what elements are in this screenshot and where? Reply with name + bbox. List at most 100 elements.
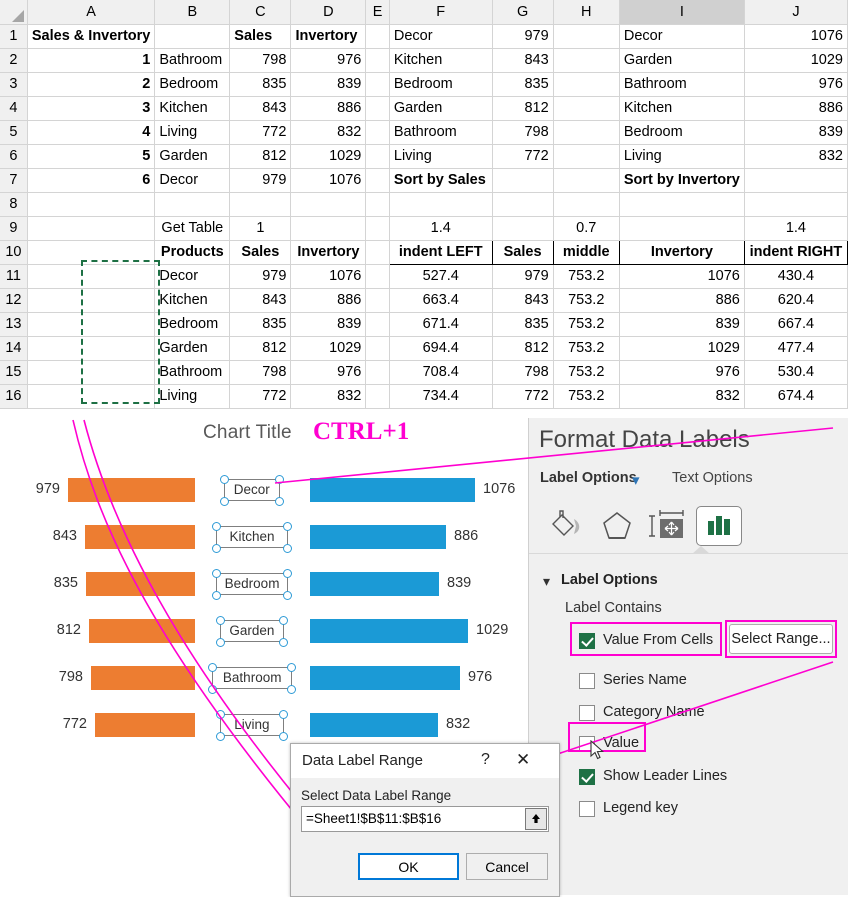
column-header-a[interactable]: A — [27, 0, 154, 24]
cell-C2[interactable]: 798 — [230, 48, 291, 72]
cell-J2[interactable]: 1029 — [744, 48, 847, 72]
cell-A15[interactable] — [27, 360, 154, 384]
selection-handle[interactable] — [212, 591, 221, 600]
cell-H7[interactable] — [553, 168, 619, 192]
cell-D1[interactable]: Invertory — [291, 24, 366, 48]
cell-D16[interactable]: 832 — [291, 384, 366, 408]
cell-I13[interactable]: 839 — [619, 312, 744, 336]
cell-B16[interactable]: Living — [155, 384, 230, 408]
cell-D15[interactable]: 976 — [291, 360, 366, 384]
cell-I4[interactable]: Kitchen — [619, 96, 744, 120]
cell-B4[interactable]: Kitchen — [155, 96, 230, 120]
selection-handle[interactable] — [275, 475, 284, 484]
selection-handle[interactable] — [216, 732, 225, 741]
row-header-8[interactable]: 8 — [0, 192, 27, 216]
cell-A2[interactable]: 1 — [27, 48, 154, 72]
category-label-living[interactable]: Living — [220, 714, 284, 736]
cell-A13[interactable] — [27, 312, 154, 336]
cell-B2[interactable]: Bathroom — [155, 48, 230, 72]
selection-handle[interactable] — [287, 663, 296, 672]
select-all-corner[interactable] — [0, 0, 27, 24]
cell-I2[interactable]: Garden — [619, 48, 744, 72]
close-icon[interactable]: ✕ — [516, 750, 530, 770]
cell-J11[interactable]: 430.4 — [744, 264, 847, 288]
effects-icon[interactable] — [594, 506, 640, 546]
cell-F12[interactable]: 663.4 — [389, 288, 492, 312]
cell-J6[interactable]: 832 — [744, 144, 847, 168]
table-row[interactable]: 14Garden8121029694.4812753.21029477.4 — [0, 336, 848, 360]
cell-E4[interactable] — [366, 96, 390, 120]
cell-G6[interactable]: 772 — [492, 144, 553, 168]
cell-C15[interactable]: 798 — [230, 360, 291, 384]
cell-J8[interactable] — [744, 192, 847, 216]
cell-C11[interactable]: 979 — [230, 264, 291, 288]
row-header-14[interactable]: 14 — [0, 336, 27, 360]
cell-F10[interactable]: indent LEFT — [389, 240, 492, 264]
row-header-10[interactable]: 10 — [0, 240, 27, 264]
cell-A12[interactable] — [27, 288, 154, 312]
cell-I9[interactable] — [619, 216, 744, 240]
cell-A7[interactable]: 6 — [27, 168, 154, 192]
bar-sales-decor[interactable] — [68, 478, 195, 502]
row-header-4[interactable]: 4 — [0, 96, 27, 120]
row-header-7[interactable]: 7 — [0, 168, 27, 192]
cell-D11[interactable]: 1076 — [291, 264, 366, 288]
cell-D4[interactable]: 886 — [291, 96, 366, 120]
table-row[interactable]: 32Bedroom835839Bedroom835Bathroom976 — [0, 72, 848, 96]
cell-H4[interactable] — [553, 96, 619, 120]
cell-I10[interactable]: Invertory — [619, 240, 744, 264]
cell-J15[interactable]: 530.4 — [744, 360, 847, 384]
size-and-properties-icon[interactable] — [645, 506, 691, 546]
cell-G1[interactable]: 979 — [492, 24, 553, 48]
cell-D5[interactable]: 832 — [291, 120, 366, 144]
column-header-d[interactable]: D — [291, 0, 366, 24]
format-data-labels-pane[interactable]: Format Data Labels Label Options ▾ Text … — [528, 418, 848, 895]
bar-invertory-bedroom[interactable] — [310, 572, 439, 596]
data-label-invertory-garden[interactable]: 1029 — [476, 622, 508, 638]
cell-J14[interactable]: 477.4 — [744, 336, 847, 360]
cell-A6[interactable]: 5 — [27, 144, 154, 168]
row-header-9[interactable]: 9 — [0, 216, 27, 240]
bar-invertory-living[interactable] — [310, 713, 438, 737]
cell-A5[interactable]: 4 — [27, 120, 154, 144]
cell-G14[interactable]: 812 — [492, 336, 553, 360]
column-header-f[interactable]: F — [389, 0, 492, 24]
cell-I1[interactable]: Decor — [619, 24, 744, 48]
cell-E15[interactable] — [366, 360, 390, 384]
cell-B3[interactable]: Bedroom — [155, 72, 230, 96]
cell-I5[interactable]: Bedroom — [619, 120, 744, 144]
row-header-16[interactable]: 16 — [0, 384, 27, 408]
cell-F5[interactable]: Bathroom — [389, 120, 492, 144]
selection-handle[interactable] — [283, 544, 292, 553]
column-header-c[interactable]: C — [230, 0, 291, 24]
table-row[interactable]: 16Living772832734.4772753.2832674.4 — [0, 384, 848, 408]
cell-E8[interactable] — [366, 192, 390, 216]
cell-C16[interactable]: 772 — [230, 384, 291, 408]
cell-F14[interactable]: 694.4 — [389, 336, 492, 360]
cell-I8[interactable] — [619, 192, 744, 216]
cell-E3[interactable] — [366, 72, 390, 96]
selection-handle[interactable] — [275, 497, 284, 506]
table-row[interactable]: 9Get Table11.40.71.4 — [0, 216, 848, 240]
range-picker-icon[interactable] — [525, 808, 547, 830]
cell-I16[interactable]: 832 — [619, 384, 744, 408]
cell-G9[interactable] — [492, 216, 553, 240]
cell-I11[interactable]: 1076 — [619, 264, 744, 288]
cell-I6[interactable]: Living — [619, 144, 744, 168]
row-header-1[interactable]: 1 — [0, 24, 27, 48]
cell-H8[interactable] — [553, 192, 619, 216]
category-label-kitchen[interactable]: Kitchen — [216, 526, 288, 548]
cell-B13[interactable]: Bedroom — [155, 312, 230, 336]
selection-handle[interactable] — [212, 544, 221, 553]
cell-E12[interactable] — [366, 288, 390, 312]
cell-C12[interactable]: 843 — [230, 288, 291, 312]
cell-F2[interactable]: Kitchen — [389, 48, 492, 72]
cell-H1[interactable] — [553, 24, 619, 48]
data-label-invertory-bedroom[interactable]: 839 — [447, 575, 471, 591]
selection-handle[interactable] — [279, 638, 288, 647]
bar-sales-living[interactable] — [95, 713, 195, 737]
cell-F7[interactable]: Sort by Sales — [389, 168, 492, 192]
selection-handle[interactable] — [220, 475, 229, 484]
cell-C5[interactable]: 772 — [230, 120, 291, 144]
cell-B15[interactable]: Bathroom — [155, 360, 230, 384]
